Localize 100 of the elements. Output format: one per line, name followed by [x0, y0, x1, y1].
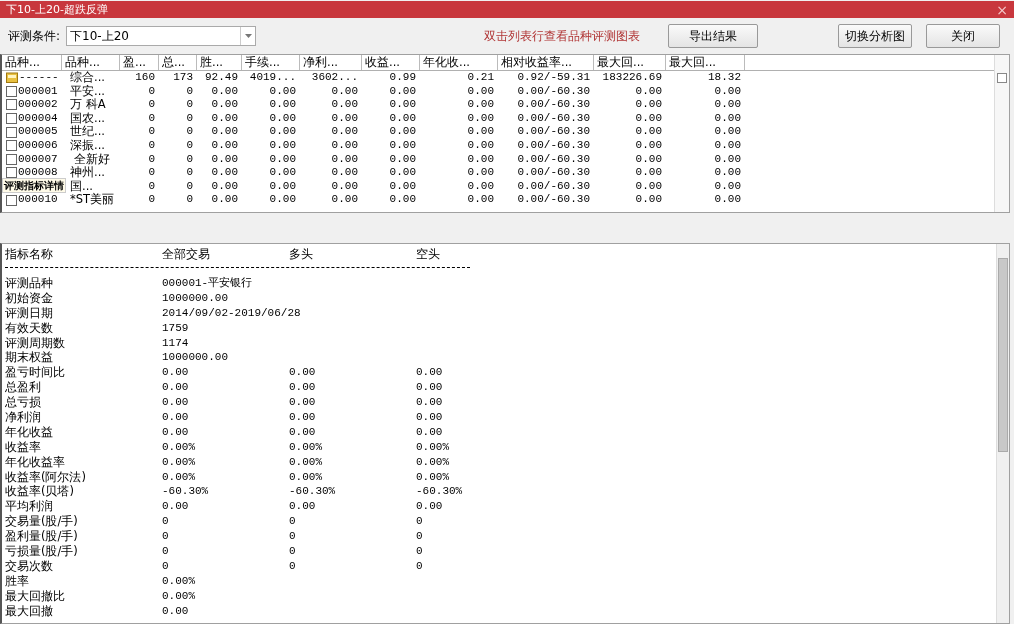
caret-icon	[244, 34, 252, 38]
table-cell: 0.99	[389, 71, 416, 83]
metric-value: 0.00	[289, 381, 316, 394]
condition-label: 评测条件:	[8, 27, 61, 45]
metric-value: 0	[289, 559, 296, 572]
toolbar-button[interactable]: 切换分析图	[838, 24, 913, 48]
table-cell: 0.00	[269, 138, 296, 151]
table-cell: 0.00	[211, 138, 238, 151]
table-cell: 0.00	[714, 152, 741, 165]
condition-dropdown[interactable]: 下10-上20	[66, 26, 257, 46]
table-cell: 0.00/-60.30	[517, 179, 590, 192]
metric-value: 0.00%	[289, 470, 322, 483]
table-cell: 国...	[70, 178, 93, 193]
metric-value: 0.00	[289, 396, 316, 409]
column-header[interactable]: 最大回...	[594, 55, 666, 70]
metric-name: 有效天数	[5, 320, 53, 335]
metric-value: 1000000.00	[162, 351, 228, 364]
table-cell: 0.00	[635, 193, 662, 206]
table-cell: 0.00	[331, 193, 358, 206]
table-cell: 0	[148, 111, 155, 124]
metric-value: -60.30%	[162, 485, 209, 498]
metric-value: 0	[162, 559, 169, 572]
row-checkbox[interactable]	[6, 153, 17, 165]
metric-name: 最大回撤比	[5, 588, 65, 603]
column-header[interactable]: 品种...	[62, 55, 120, 70]
metric-name: 最大回撤	[5, 603, 53, 618]
table-cell: 000006	[18, 138, 58, 153]
tooltip: 评测指标详情	[2, 178, 66, 193]
row-checkbox[interactable]	[6, 140, 17, 152]
column-header[interactable]: 年化收...	[420, 55, 498, 70]
table-cell: 0.00	[389, 152, 416, 165]
metric-name: 年化收益率	[5, 454, 65, 469]
table-cell: 0	[148, 179, 155, 192]
metric-value: -60.30%	[289, 485, 336, 498]
column-header[interactable]: 收益...	[362, 55, 420, 70]
row-checkbox[interactable]	[6, 167, 17, 179]
table-cell: 000008	[18, 166, 58, 180]
table-cell: 0.00	[269, 98, 296, 111]
table-cell: 0.00/-60.30	[517, 152, 590, 165]
table-cell: 万 科A	[70, 97, 106, 112]
column-header: 空头	[416, 247, 440, 261]
table-cell: 国农...	[70, 110, 105, 125]
table-cell: 0.00	[389, 179, 416, 192]
metric-value: 0.00	[162, 411, 189, 423]
toolbar-button[interactable]: 关闭	[926, 24, 1001, 48]
table-cell: 0	[148, 152, 155, 165]
row-checkbox[interactable]	[6, 113, 17, 125]
table-cell: 0.00	[467, 193, 494, 206]
table-cell: 0.00	[331, 84, 358, 97]
column-header[interactable]: 手续...	[242, 55, 300, 70]
table-cell: 0.00	[714, 98, 741, 111]
table-cell: 0.00	[389, 98, 416, 111]
table-cell: 0.00	[211, 166, 238, 179]
column-header[interactable]: 胜...	[197, 55, 242, 70]
toolbar-button[interactable]: 导出结果	[668, 24, 759, 48]
table-cell: 综合...	[70, 70, 105, 84]
table-cell: 000001	[18, 84, 58, 99]
table-cell: 深振...	[70, 137, 105, 152]
metric-name: 年化收益	[5, 424, 53, 439]
table-cell: *ST美丽	[70, 192, 115, 207]
table-cell: 0	[186, 193, 193, 206]
scrollbar-thumb[interactable]	[998, 258, 1008, 452]
metric-value: 0.00	[416, 500, 443, 513]
metric-value: 0.00	[162, 604, 189, 617]
metric-value: 0	[162, 530, 169, 543]
metric-value: 0.00%	[416, 455, 449, 468]
table-cell: 0.00	[331, 111, 358, 124]
row-checkbox[interactable]	[6, 126, 17, 138]
metric-value: 0.00	[416, 381, 443, 394]
column-header[interactable]: 最大回...	[666, 55, 745, 70]
column-header[interactable]: 相对收益率...	[498, 55, 594, 70]
metric-name: 交易量(股/手)	[5, 514, 78, 529]
row-checkbox[interactable]	[6, 99, 17, 111]
row-checkbox[interactable]	[6, 194, 17, 206]
table-cell: 0.00/-60.30	[517, 193, 590, 206]
row-checkbox[interactable]	[6, 85, 17, 97]
table-cell: 3602...	[311, 71, 358, 83]
metric-value: 0	[289, 530, 296, 543]
column-header[interactable]: 总...	[159, 55, 197, 70]
table-cell: 0.92/-59.31	[517, 71, 590, 83]
table-cell: 0.00	[269, 179, 296, 192]
table-cell: ------	[19, 71, 59, 85]
metric-name: 评测日期	[5, 305, 53, 320]
table-cell: 0	[148, 166, 155, 179]
table-cell: 0.00/-60.30	[517, 166, 590, 179]
table-cell: 0.00	[211, 125, 238, 138]
close-button[interactable]: ×	[996, 2, 1008, 17]
column-header[interactable]: 品种...	[2, 55, 62, 70]
table-cell: 0.00	[714, 166, 741, 179]
column-header[interactable]: 盈...	[120, 55, 159, 70]
table-cell: 0.00	[211, 179, 238, 192]
table-cell: 0	[148, 138, 155, 151]
table-cell: 0	[186, 166, 193, 179]
table-cell: 0.00	[331, 179, 358, 192]
table-cell: 0.00	[211, 152, 238, 165]
table-cell: 0.00	[467, 179, 494, 192]
table-cell: 0.00	[467, 166, 494, 179]
table-cell: 0.00/-60.30	[517, 125, 590, 138]
metric-value: 0.00%	[416, 470, 449, 483]
column-header[interactable]: 净利...	[300, 55, 362, 70]
